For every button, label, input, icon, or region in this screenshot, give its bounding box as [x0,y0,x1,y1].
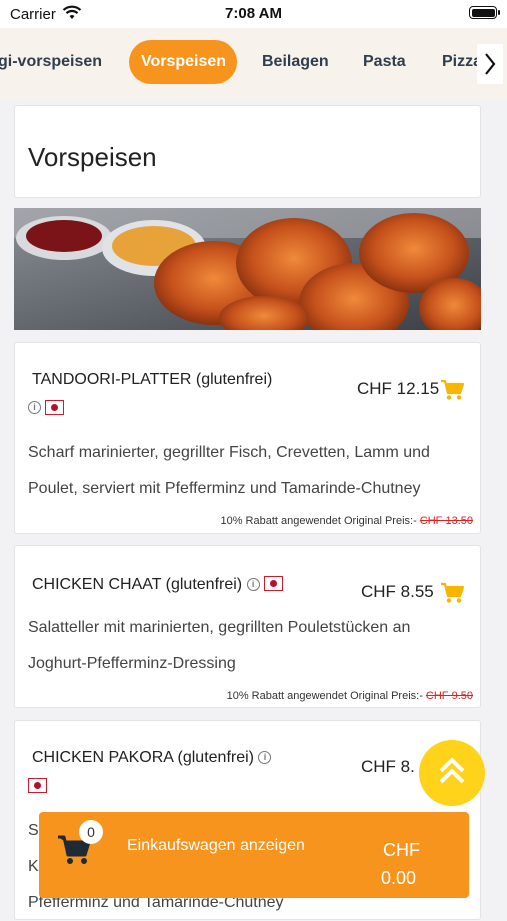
item-description: Scharf marinierter, gegrillter Fisch, Cr… [28,444,430,497]
info-icon[interactable]: i [246,578,260,592]
menu-item-card[interactable]: CHICKEN CHAAT (glutenfrei) i CHF 8.55 Sa… [14,545,481,708]
section-header: Vorspeisen [14,105,481,198]
chevron-right-icon[interactable] [477,44,503,84]
section-title: Vorspeisen [28,142,157,172]
scroll-top-icon [437,756,467,791]
item-price: CHF 12.15 [357,379,440,398]
original-price: CHF 9.50 [425,690,473,702]
tab-veggie-starters[interactable]: gi-vorspeisen [0,40,114,84]
battery-icon [469,6,500,19]
item-badges: i [28,399,65,417]
cart-total-amount: 0.00 [381,868,417,888]
add-to-cart-icon[interactable] [440,379,465,406]
item-name-text: CHICKEN CHAAT (glutenfrei) [32,576,243,593]
item-name-text: CHICKEN PAKORA (glutenfrei) [32,749,254,766]
item-name: CHICKEN CHAAT (glutenfrei) i [32,576,284,594]
tab-beilagen[interactable]: Beilagen [250,40,341,84]
cart-total-currency: CHF [383,840,420,860]
category-tabs: gi-vorspeisen Vorspeisen Beilagen Pasta … [0,28,507,100]
category-image [14,208,481,330]
item-price: CHF 8.55 [361,582,434,601]
flag-icon [45,400,65,416]
item-description: Salatteller mit marinierten, gegrillten … [28,619,411,672]
discount-note: 10% Rabatt angewendet Original Preis:- C… [220,515,473,527]
discount-note: 10% Rabatt angewendet Original Preis:- C… [227,690,473,702]
tab-vorspeisen[interactable]: Vorspeisen [129,40,237,84]
info-icon[interactable]: i [28,401,41,415]
flag-icon [264,576,284,591]
add-to-cart-icon[interactable] [440,582,465,609]
view-cart-label: Einkaufswagen anzeigen [127,837,305,854]
view-cart-button[interactable]: 0 Einkaufswagen anzeigen CHF 0.00 [39,812,469,898]
original-price: CHF 13.50 [419,515,473,527]
item-name: CHICKEN PAKORA (glutenfrei) i [32,749,272,767]
info-icon[interactable]: i [258,751,272,765]
cart-count-badge: 0 [79,820,103,844]
item-price: CHF 8. [361,757,415,776]
scroll-top-button[interactable] [419,740,485,806]
clock: 7:08 AM [225,5,282,22]
discount-label: 10% Rabatt angewendet Original Preis:- [220,515,417,527]
status-bar: Carrier 7:08 AM [0,0,507,28]
tab-pasta[interactable]: Pasta [351,40,418,84]
discount-label: 10% Rabatt angewendet Original Preis:- [226,690,423,702]
item-name: TANDOORI-PLATTER (glutenfrei) [32,371,273,388]
flag-icon [28,778,47,794]
menu-item-card[interactable]: TANDOORI-PLATTER (glutenfrei) i CHF 12.1… [14,342,481,534]
item-badges [28,777,47,795]
